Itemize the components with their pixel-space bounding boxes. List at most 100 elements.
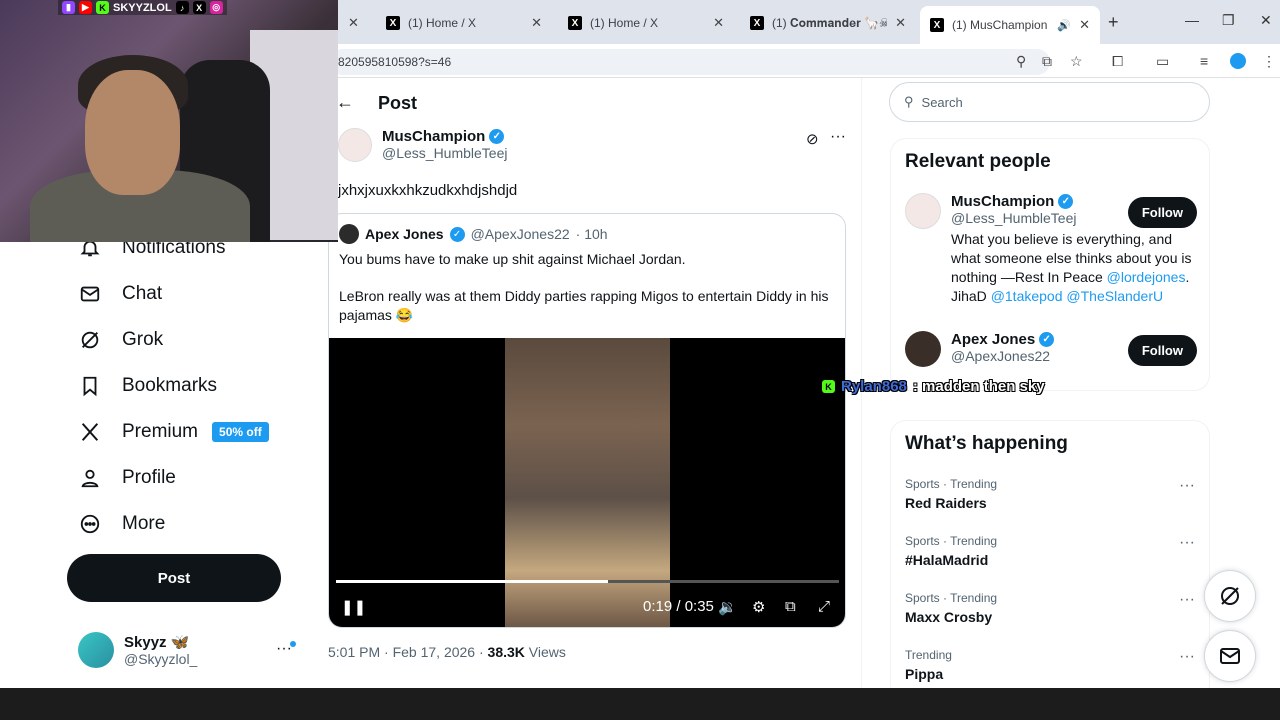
trend-item[interactable]: Sports · Trending #HalaMadrid ··· bbox=[905, 534, 1197, 568]
x-logo-icon bbox=[78, 420, 102, 444]
volume-icon[interactable]: 🔉 bbox=[718, 598, 737, 616]
trend-item[interactable]: Trending Pippa ··· bbox=[905, 648, 1197, 682]
picture-in-picture-icon[interactable]: ⧉ bbox=[785, 598, 796, 615]
maximize-icon[interactable]: ❐ bbox=[1222, 12, 1235, 29]
close-icon[interactable]: ✕ bbox=[531, 15, 542, 31]
browser-tab[interactable]: X (1) Home / X ✕ bbox=[376, 9, 552, 37]
post-text: jxhxjxuxkxhkzudkxhdjshdjd bbox=[338, 182, 518, 199]
menu-kebab-icon[interactable]: ⋮ bbox=[1262, 53, 1276, 70]
quote-timestamp: · 10h bbox=[575, 226, 608, 242]
minimize-icon[interactable]: — bbox=[1185, 12, 1199, 28]
verified-badge-icon: ✓ bbox=[489, 129, 505, 144]
avatar bbox=[78, 632, 114, 668]
nav-item-more[interactable]: More bbox=[78, 509, 165, 539]
profile-avatar-icon[interactable] bbox=[1230, 53, 1246, 69]
video-progress-fill bbox=[336, 580, 608, 583]
follow-button[interactable]: Follow bbox=[1127, 335, 1197, 366]
trend-category: Trending bbox=[905, 648, 952, 662]
nav-label: More bbox=[122, 513, 166, 534]
post-button[interactable]: Post bbox=[67, 554, 281, 602]
more-circle-icon bbox=[78, 512, 102, 536]
person-card[interactable]: Apex Jones ✓ @ApexJones22 Follow bbox=[905, 331, 1197, 367]
more-dots-icon[interactable]: ··· bbox=[1179, 648, 1195, 666]
x-logo-icon: X bbox=[750, 16, 764, 30]
nav-label: Bookmarks bbox=[122, 375, 218, 396]
close-icon[interactable]: ✕ bbox=[713, 15, 724, 31]
star-icon[interactable]: ☆ bbox=[1070, 53, 1083, 70]
author-name: MusChampion bbox=[382, 128, 486, 145]
window-close-icon[interactable]: ✕ bbox=[1260, 12, 1272, 29]
stream-chat-message: K Rylan868 : madden then sky bbox=[822, 378, 1045, 395]
url-field[interactable]: 820595810598?s=46 bbox=[330, 49, 1050, 75]
video-frame bbox=[505, 338, 670, 627]
fullscreen-icon[interactable]: ⤢ bbox=[818, 598, 830, 615]
panel-title: What’s happening bbox=[905, 433, 1068, 454]
taskbar bbox=[0, 688, 1280, 720]
webcam-overlay: ▮ ▶ K SKYYZLOL ♪ X ◎ bbox=[0, 0, 338, 242]
close-icon[interactable]: ✕ bbox=[895, 15, 906, 31]
grok-float-button[interactable] bbox=[1204, 570, 1256, 622]
media-icon[interactable]: ≡ bbox=[1200, 53, 1208, 69]
post-author[interactable]: MusChampion ✓ @Less_HumbleTeej bbox=[338, 128, 508, 162]
install-icon[interactable]: ⧉ bbox=[1042, 53, 1052, 70]
trend-category: Sports · Trending bbox=[905, 477, 998, 491]
close-icon[interactable]: ✕ bbox=[1079, 17, 1090, 33]
nav-item-chat[interactable]: Chat bbox=[78, 279, 162, 309]
nav-item-premium[interactable]: Premium 50% off bbox=[78, 417, 269, 447]
side-panel-icon[interactable]: ▭ bbox=[1156, 53, 1169, 70]
close-icon[interactable]: ✕ bbox=[348, 15, 359, 31]
post-timestamp: 5:01 PM · Feb 17, 2026 · bbox=[328, 644, 488, 660]
search-input[interactable]: ⚲ Search bbox=[889, 82, 1210, 122]
back-arrow-icon[interactable]: ← bbox=[336, 92, 354, 113]
extensions-icon[interactable]: ⧠ bbox=[1112, 53, 1123, 70]
search-placeholder: Search bbox=[921, 94, 963, 110]
bio-link[interactable]: @TheSlanderU bbox=[1066, 288, 1163, 304]
new-tab-icon[interactable]: + bbox=[1108, 12, 1119, 33]
nav-label: Profile bbox=[122, 467, 176, 488]
account-switcher[interactable]: Skyyz 🦋 @Skyyzlol_ bbox=[78, 632, 197, 668]
person-card[interactable]: MusChampion ✓ @Less_HumbleTeej What you b… bbox=[905, 193, 1197, 306]
quote-author-name: Apex Jones bbox=[365, 226, 444, 242]
more-dots-icon[interactable]: ··· bbox=[1179, 534, 1195, 552]
view-count: 38.3K bbox=[487, 644, 525, 660]
mail-icon bbox=[78, 282, 102, 306]
speaker-icon[interactable]: 🔊 bbox=[1057, 19, 1071, 32]
trend-category: Sports · Trending bbox=[905, 534, 998, 548]
video-time: 0:19 / 0:35 bbox=[643, 598, 714, 615]
settings-gear-icon[interactable]: ⚙ bbox=[752, 598, 765, 616]
pause-icon[interactable]: ❚❚ bbox=[341, 598, 366, 616]
account-handle: @Skyyzlol_ bbox=[124, 651, 198, 667]
account-name: Skyyz 🦋 bbox=[124, 634, 190, 651]
kick-icon: K bbox=[96, 1, 109, 14]
grok-icon[interactable]: ⊘ bbox=[806, 130, 819, 148]
avatar bbox=[905, 193, 941, 229]
bio-link[interactable]: @lordejones bbox=[1107, 269, 1186, 285]
trend-item[interactable]: Sports · Trending Red Raiders ··· bbox=[905, 477, 1197, 511]
premium-discount-badge: 50% off bbox=[212, 422, 269, 442]
browser-tab-active[interactable]: X (1) MusChampion on X 🔊 ✕ bbox=[920, 6, 1100, 44]
trend-name: Pippa bbox=[905, 666, 944, 682]
nav-label: Grok bbox=[122, 329, 164, 350]
video-progress-bar[interactable] bbox=[336, 580, 839, 583]
nav-item-grok[interactable]: Grok bbox=[78, 325, 163, 355]
quoted-post[interactable]: Apex Jones ✓ @ApexJones22 · 10h You bums… bbox=[328, 213, 846, 628]
bio-link[interactable]: @1takepod bbox=[991, 288, 1063, 304]
video-player[interactable]: ❚❚ 0:19 / 0:35 🔉 ⚙ ⧉ ⤢ bbox=[329, 338, 845, 627]
nav-item-bookmarks[interactable]: Bookmarks bbox=[78, 371, 217, 401]
trend-name: Red Raiders bbox=[905, 495, 987, 511]
mail-icon bbox=[1220, 648, 1240, 664]
messages-float-button[interactable] bbox=[1204, 630, 1256, 682]
follow-button[interactable]: Follow bbox=[1127, 197, 1197, 228]
more-dots-icon[interactable]: ··· bbox=[1179, 477, 1195, 495]
trend-category: Sports · Trending bbox=[905, 591, 998, 605]
trend-item[interactable]: Sports · Trending Maxx Crosby ··· bbox=[905, 591, 1197, 625]
quote-text-line: You bums have to make up shit against Mi… bbox=[339, 251, 686, 267]
person-bio: What you believe is everything, and what… bbox=[951, 230, 1197, 306]
bookmark-icon bbox=[78, 374, 102, 398]
more-dots-icon[interactable]: ··· bbox=[1179, 591, 1195, 609]
browser-tab[interactable]: X (1) Home / X ✕ bbox=[558, 9, 734, 37]
more-dots-icon[interactable]: ··· bbox=[830, 128, 846, 146]
zoom-icon[interactable]: ⚲ bbox=[1016, 53, 1026, 70]
browser-tab[interactable]: X (1) 𝐂𝐨𝐦𝐦𝐚𝐧𝐝𝐞𝐫 🦙☠ on ✕ bbox=[740, 9, 916, 37]
nav-item-profile[interactable]: Profile bbox=[78, 463, 176, 493]
